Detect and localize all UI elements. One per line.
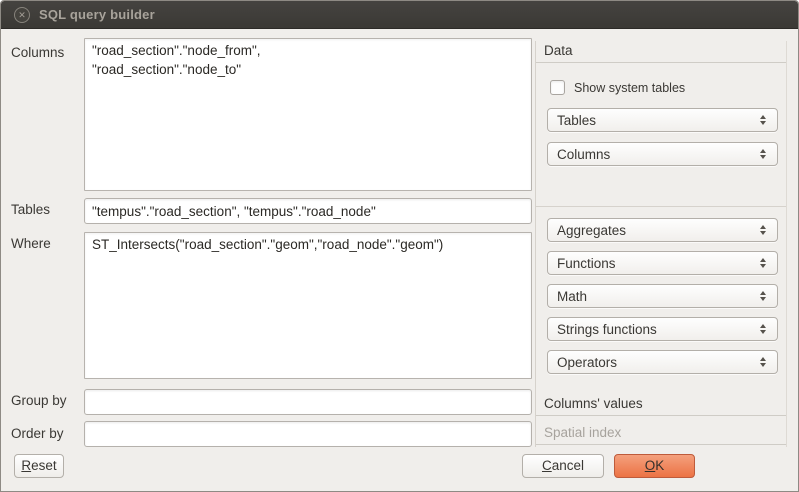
spatial-index-header: Spatial index [536, 423, 786, 445]
columns-dropdown-label: Columns [557, 147, 610, 162]
where-label: Where [11, 236, 51, 251]
aggregates-dropdown[interactable]: Aggregates [547, 218, 778, 242]
spinner-icon [760, 115, 768, 125]
tables-input[interactable] [84, 198, 532, 224]
spinner-icon [760, 324, 768, 334]
data-section-header: Data [536, 41, 786, 63]
order-by-input[interactable] [84, 421, 532, 447]
columns-dropdown[interactable]: Columns [547, 142, 778, 166]
aggregates-dropdown-label: Aggregates [557, 223, 626, 238]
sql-query-builder-dialog: ✕ SQL query builder Columns "road_sectio… [0, 0, 799, 492]
strings-functions-dropdown[interactable]: Strings functions [547, 317, 778, 341]
reset-button[interactable]: Reset [14, 454, 64, 478]
spinner-icon [760, 149, 768, 159]
math-dropdown-label: Math [557, 289, 587, 304]
functions-dropdown-label: Functions [557, 256, 616, 271]
ok-button[interactable]: OK [614, 454, 695, 478]
math-dropdown[interactable]: Math [547, 284, 778, 308]
spinner-icon [760, 225, 768, 235]
tables-dropdown[interactable]: Tables [547, 108, 778, 132]
tables-label: Tables [11, 202, 50, 217]
columns-textarea[interactable]: "road_section"."node_from", "road_sectio… [84, 38, 532, 191]
close-icon: ✕ [18, 10, 26, 20]
show-system-tables-label: Show system tables [574, 81, 685, 95]
close-button[interactable]: ✕ [14, 7, 30, 23]
group-by-input[interactable] [84, 389, 532, 415]
spinner-icon [760, 357, 768, 367]
spinner-icon [760, 291, 768, 301]
tables-dropdown-label: Tables [557, 113, 596, 128]
columns-label: Columns [11, 45, 64, 60]
order-by-label: Order by [11, 426, 64, 441]
panel-separator [536, 206, 786, 207]
window-title: SQL query builder [39, 7, 155, 22]
data-panel-frame [535, 41, 787, 447]
spinner-icon [760, 258, 768, 268]
strings-functions-dropdown-label: Strings functions [557, 322, 657, 337]
operators-dropdown[interactable]: Operators [547, 350, 778, 374]
show-system-tables-checkbox[interactable] [550, 80, 565, 95]
functions-dropdown[interactable]: Functions [547, 251, 778, 275]
operators-dropdown-label: Operators [557, 355, 617, 370]
where-textarea[interactable]: ST_Intersects("road_section"."geom","roa… [84, 232, 532, 379]
columns-values-header[interactable]: Columns' values [536, 394, 786, 416]
group-by-label: Group by [11, 393, 67, 408]
titlebar: ✕ SQL query builder [1, 1, 798, 29]
cancel-button[interactable]: Cancel [522, 454, 604, 478]
